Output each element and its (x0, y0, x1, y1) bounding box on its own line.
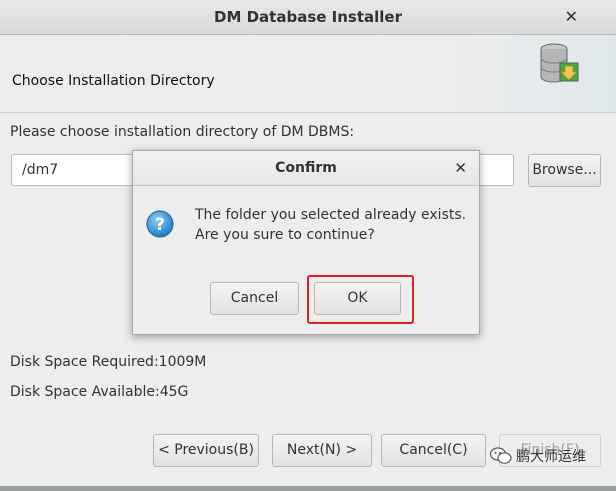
svg-text:?: ? (155, 215, 165, 235)
next-button[interactable]: Next(N) > (272, 434, 372, 467)
header-banner (446, 35, 616, 112)
question-icon: ? (146, 210, 174, 238)
window-close-icon[interactable]: ✕ (565, 7, 578, 26)
disk-space-available: Disk Space Available:45G (10, 384, 189, 400)
window-title: DM Database Installer (214, 8, 402, 26)
desktop-edge (0, 486, 616, 491)
confirm-dialog: Confirm ✕ ? The folder you selected alre… (132, 150, 480, 335)
dialog-cancel-button[interactable]: Cancel (210, 282, 299, 315)
ok-highlight-box (307, 275, 414, 324)
watermark-text: 鹏大师运维 (516, 449, 586, 465)
cancel-button[interactable]: Cancel(C) (381, 434, 486, 467)
page-title: Choose Installation Directory (12, 73, 215, 89)
disk-space-required: Disk Space Required:1009M (10, 354, 207, 370)
database-install-icon (540, 43, 579, 83)
previous-button[interactable]: < Previous(B) (153, 434, 259, 467)
browse-button[interactable]: Browse... (528, 154, 601, 187)
wechat-icon (490, 447, 512, 464)
page-header: Choose Installation Directory (0, 35, 616, 113)
dialog-message-line1: The folder you selected already exists. (195, 207, 467, 223)
dialog-titlebar: Confirm ✕ (133, 151, 479, 186)
window-titlebar: DM Database Installer ✕ (0, 0, 616, 35)
directory-prompt: Please choose installation directory of … (10, 124, 355, 140)
dialog-close-icon[interactable]: ✕ (454, 159, 467, 177)
watermark: 鹏大师运维 (490, 446, 586, 466)
dialog-title: Confirm (275, 160, 337, 176)
dialog-message-line2: Are you sure to continue? (195, 227, 375, 243)
